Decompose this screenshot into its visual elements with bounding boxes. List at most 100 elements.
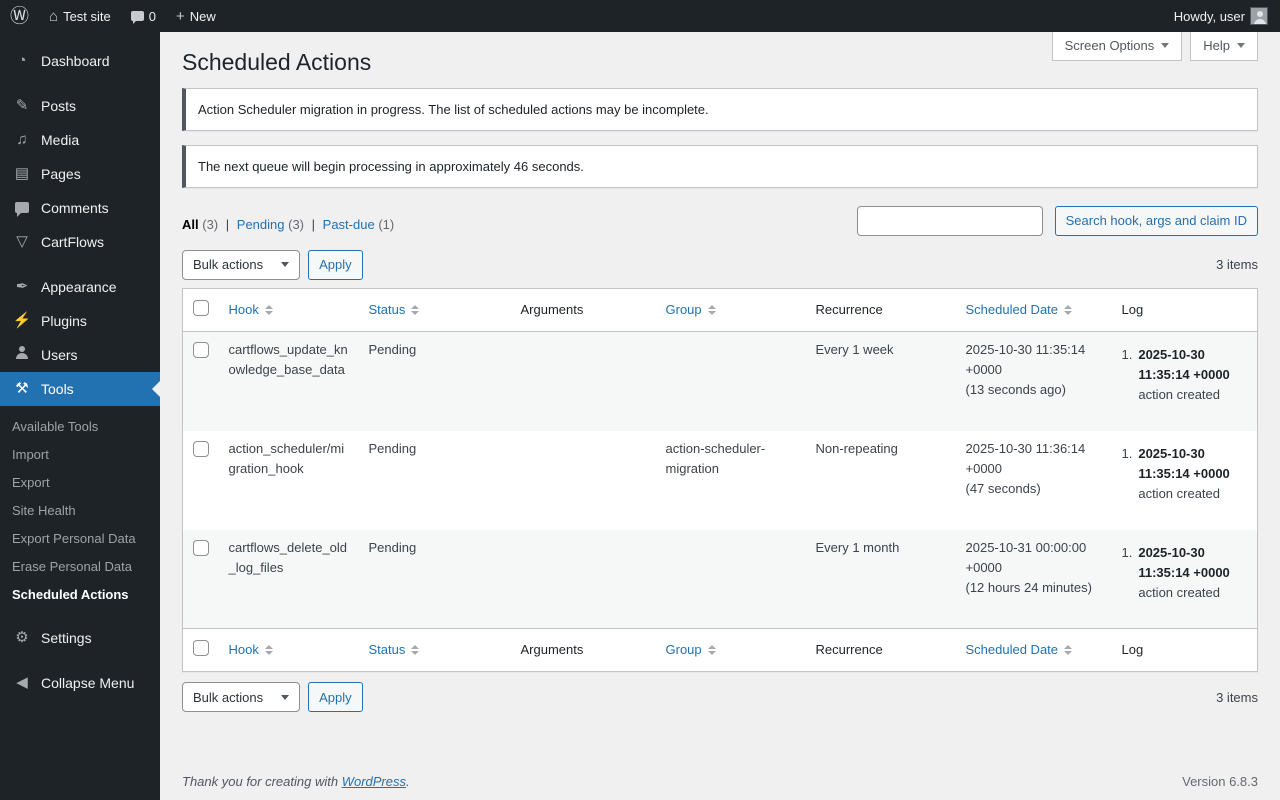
search-input[interactable] [856,205,1043,236]
sidebar-item-cartflows[interactable]: ▽ CartFlows [0,225,160,259]
table-row: cartflows_update_knowledge_base_data Pen… [182,331,1258,431]
sidebar-item-label: Settings [41,630,92,646]
menu-separator [0,259,160,270]
list-controls: All (3) | Pending (3) | Past-due (1) Sea… [182,205,1258,236]
search-button[interactable]: Search hook, args and claim ID [1054,205,1258,236]
column-header-recurrence: Recurrence [805,288,956,333]
submenu-item-export[interactable]: Export [0,469,160,497]
sort-scheduled-date-link[interactable]: Scheduled Date [966,640,1073,660]
bulk-actions-selected-value: Bulk actions [193,689,264,705]
log-text: action created [1138,485,1221,501]
row-checkbox[interactable] [193,342,209,359]
submenu-item-scheduled-actions[interactable]: Scheduled Actions [0,581,160,609]
sidebar-item-users[interactable]: Users [0,338,160,372]
sidebar-item-comments[interactable]: Comments [0,191,160,225]
filter-pending-count: (3) [288,217,305,233]
wordpress-logo-icon: Ⓦ [10,5,30,27]
sidebar-item-label: Posts [41,98,77,114]
apply-button[interactable]: Apply [308,682,363,713]
footer-thanks-text: Thank you for creating with [182,774,339,790]
group-cell: action-scheduler-migration [665,440,766,476]
sort-hook-link[interactable]: Hook [229,640,273,660]
sort-scheduled-date-link[interactable]: Scheduled Date [966,300,1073,320]
table-header: Hook Status Arguments Group Recurrence S… [182,288,1258,333]
sort-status-link[interactable]: Status [369,300,420,320]
sidebar-item-pages[interactable]: ▤ Pages [0,157,160,191]
screen-meta: Screen Options Help [1051,32,1258,61]
column-header-arguments: Arguments [510,628,656,672]
settings-icon: ⚙ [15,629,29,646]
filter-pastdue-link[interactable]: Past-due [323,217,375,232]
footer-period: . [406,774,410,790]
scheduled-note: (13 seconds ago) [965,382,1066,398]
log-index: 1. [1121,347,1133,363]
apply-button[interactable]: Apply [308,249,363,280]
sidebar-item-appearance[interactable]: ✒ Appearance [0,270,160,304]
column-label-hook: Hook [228,301,259,317]
scheduled-actions-table: Hook Status Arguments Group Recurrence S… [182,287,1258,673]
log-index: 1. [1121,445,1133,461]
select-all-checkbox[interactable] [193,299,209,316]
dashboard-icon: ◔ [17,52,27,69]
plugins-icon: ⚡ [12,312,32,329]
filter-all-link[interactable]: All [182,217,199,232]
sort-group-link[interactable]: Group [666,640,716,660]
sidebar-item-tools[interactable]: ⚒ Tools [0,372,160,406]
sidebar-item-label: Appearance [41,279,117,295]
sort-hook-link[interactable]: Hook [229,300,273,320]
log-date: 2025-10-30 11:35:14 +0000 [1138,544,1230,580]
sort-status-link[interactable]: Status [369,640,420,660]
table-row: action_scheduler/migration_hook Pending … [183,431,1258,530]
column-label-group: Group [665,301,702,317]
column-label-recurrence: Recurrence [815,642,883,658]
bulk-actions-select[interactable]: Bulk actions [182,249,301,280]
collapse-menu-label: Collapse Menu [41,675,135,691]
admin-sidebar: ◔ Dashboard ✎ Posts ♫ Media ▤ Pages Comm… [0,32,160,800]
help-label: Help [1203,38,1230,53]
select-all-checkbox[interactable] [193,640,209,657]
sidebar-item-dashboard[interactable]: ◔ Dashboard [0,44,160,78]
log-cell: 1. 2025-10-30 11:35:14 +0000 action crea… [1112,530,1258,629]
sort-group-link[interactable]: Group [666,300,716,320]
wordpress-link[interactable]: WordPress [342,774,406,789]
users-icon [12,346,32,364]
comments-menu[interactable]: 0 [121,0,166,32]
filter-pending-link[interactable]: Pending [237,217,285,232]
hook-cell: cartflows_update_knowledge_base_data [228,342,348,378]
sidebar-item-label: Pages [41,166,81,182]
sort-indicator-icon [1064,304,1073,315]
collapse-menu-button[interactable]: ◀ Collapse Menu [0,666,160,700]
site-name-label: Test site [63,8,111,24]
bulk-actions-select[interactable]: Bulk actions [182,682,301,713]
status-filters: All (3) | Pending (3) | Past-due (1) [182,209,394,232]
sidebar-item-settings[interactable]: ⚙ Settings [0,621,160,655]
sidebar-item-media[interactable]: ♫ Media [0,123,160,157]
log-date: 2025-10-30 11:35:14 +0000 [1138,445,1230,481]
row-select-cell [183,431,219,530]
column-header-group: Group [655,628,806,672]
row-checkbox[interactable] [193,539,209,556]
items-count: 3 items [1216,257,1258,273]
submenu-item-import[interactable]: Import [0,441,160,469]
arguments-cell [511,530,656,629]
site-name-menu[interactable]: ⌂ Test site [39,0,121,32]
scheduled-date: 2025-10-31 00:00:00 +0000 [965,539,1087,575]
new-content-menu[interactable]: + New [166,0,226,32]
submenu-item-site-health[interactable]: Site Health [0,497,160,525]
sidebar-item-plugins[interactable]: ⚡ Plugins [0,304,160,338]
screen-options-button[interactable]: Screen Options [1051,32,1183,61]
wordpress-logo-button[interactable]: Ⓦ [0,0,39,32]
help-button[interactable]: Help [1190,32,1258,61]
column-header-log: Log [1111,288,1258,333]
scheduled-note: (12 hours 24 minutes) [965,579,1092,595]
submenu-item-export-personal-data[interactable]: Export Personal Data [0,525,160,553]
queue-notice: The next queue will begin processing in … [182,144,1258,188]
row-checkbox[interactable] [193,440,209,457]
comments-count: 0 [148,8,156,24]
sidebar-item-label: Media [41,132,80,148]
submenu-item-erase-personal-data[interactable]: Erase Personal Data [0,553,160,581]
user-avatar [1250,7,1268,25]
sidebar-item-posts[interactable]: ✎ Posts [0,89,160,123]
submenu-item-available-tools[interactable]: Available Tools [0,413,160,441]
my-account-menu[interactable]: Howdy, user [1164,0,1268,32]
